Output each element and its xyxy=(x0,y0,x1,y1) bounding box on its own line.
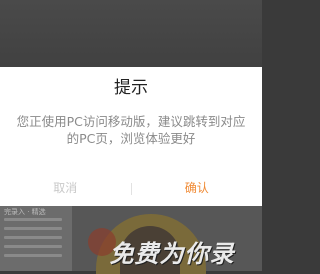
background-text-lines xyxy=(4,218,62,263)
dialog-message-line-1: 您正使用PC访问移动版，建议跳转到对应 xyxy=(16,114,246,129)
dialog-message: 您正使用PC访问移动版，建议跳转到对应 的PC页，浏览体验更好 xyxy=(4,113,258,147)
dialog-actions: 取消 确认 xyxy=(0,171,262,206)
dialog-title: 提示 xyxy=(114,78,148,98)
confirm-button[interactable]: 确认 xyxy=(132,171,263,206)
background-promo-text: 免费为你录 xyxy=(109,240,235,268)
redirect-dialog: 提示 您正使用PC访问移动版，建议跳转到对应 的PC页，浏览体验更好 取消 确认 xyxy=(0,67,262,206)
cancel-button[interactable]: 取消 xyxy=(0,171,131,206)
dialog-message-line-2: 的PC页，浏览体验更好 xyxy=(66,131,196,146)
background-small-text: 完录入 · 精选 xyxy=(4,208,46,216)
